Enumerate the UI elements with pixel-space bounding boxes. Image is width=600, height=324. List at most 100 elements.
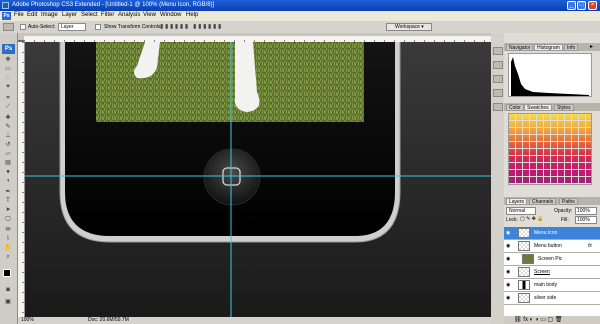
menu-filter[interactable]: Filter: [101, 12, 114, 18]
auto-select-dropdown[interactable]: Layer: [58, 23, 86, 31]
histogram-graph: [511, 57, 589, 96]
type-tool-icon[interactable]: T: [3, 198, 13, 205]
vertical-ruler[interactable]: [18, 42, 25, 317]
clone-stamp-icon[interactable]: ⊥: [3, 133, 13, 140]
swatches-grid[interactable]: [508, 113, 592, 185]
crop-tool-icon[interactable]: ⌗: [3, 95, 13, 102]
menu-file[interactable]: File: [14, 12, 24, 18]
blend-mode-value: Normal: [509, 208, 526, 214]
menu-help[interactable]: Help: [186, 12, 198, 18]
menu-layer[interactable]: Layer: [62, 12, 77, 18]
layer-name: Menu Icon: [534, 230, 558, 236]
layer-row[interactable]: ◉ silver side: [504, 292, 600, 305]
quick-mask-icon[interactable]: ◙: [3, 287, 13, 294]
layer-name: Screen Pic: [538, 256, 563, 262]
zoom-level[interactable]: 100%: [21, 317, 34, 324]
blur-tool-icon[interactable]: ●: [3, 169, 13, 176]
close-button[interactable]: ×: [588, 1, 597, 10]
layer-row[interactable]: ◉ Menu Icon: [504, 227, 600, 240]
visibility-eye-icon[interactable]: ◉: [506, 269, 512, 275]
clone-source-icon[interactable]: [493, 103, 503, 111]
history-brush-icon[interactable]: ↺: [3, 142, 13, 149]
workspace-button[interactable]: Workspace ▾: [386, 23, 432, 31]
fill-field[interactable]: 100%: [575, 216, 597, 224]
zoom-tool-icon[interactable]: ⌕: [3, 254, 13, 261]
layer-row[interactable]: ◉ Screen: [504, 266, 600, 279]
path-selection-icon[interactable]: ➤: [3, 207, 13, 214]
foreground-color-swatch[interactable]: [3, 269, 11, 277]
move-tool-preset-button[interactable]: [3, 23, 14, 31]
align-icons[interactable]: ▮ ▮ ▮ ▮ ▮ ▮ ▮ ▮ ▮ ▮ ▮ ▮: [160, 23, 221, 30]
lasso-tool-icon[interactable]: ◌: [3, 75, 13, 82]
toolbox: Ps ✥ ▭ ◌ ✦ ⌗ ⟋ ✚ ✎ ⊥ ↺ ▱ ▤ ● ◖ ✒ T ➤ ▢ ✉…: [0, 33, 18, 324]
tab-paths[interactable]: Paths: [559, 198, 578, 205]
collapsed-panels-strip: [491, 33, 505, 324]
actions-panel-icon[interactable]: [493, 61, 503, 69]
opacity-field[interactable]: 100%: [575, 207, 597, 215]
tool-presets-icon[interactable]: [493, 89, 503, 97]
layer-row[interactable]: ◉ Screen Pic: [504, 253, 600, 266]
marquee-tool-icon[interactable]: ▭: [3, 66, 13, 73]
visibility-eye-icon[interactable]: ◉: [506, 295, 512, 301]
tab-histogram[interactable]: Histogram: [534, 44, 563, 51]
magic-wand-icon[interactable]: ✦: [3, 84, 13, 91]
tab-navigator[interactable]: Navigator: [506, 44, 534, 51]
gradient-tool-icon[interactable]: ▤: [3, 160, 13, 167]
auto-select-checkbox[interactable]: [20, 24, 26, 30]
minimize-button[interactable]: _: [567, 1, 576, 10]
layer-effects-icon[interactable]: fx: [588, 243, 592, 249]
document-canvas[interactable]: [25, 42, 492, 317]
visibility-eye-icon[interactable]: ◉: [506, 243, 512, 249]
hand-tool-icon[interactable]: ✋: [3, 245, 13, 252]
tab-info[interactable]: Info: [564, 44, 579, 51]
maximize-button[interactable]: □: [577, 1, 586, 10]
eraser-tool-icon[interactable]: ▱: [3, 151, 13, 158]
tab-styles[interactable]: Styles: [554, 104, 574, 111]
visibility-eye-icon[interactable]: ◉: [506, 282, 512, 288]
menu-image[interactable]: Image: [41, 12, 58, 18]
tab-color[interactable]: Color: [506, 104, 524, 111]
slice-tool-icon[interactable]: ⟋: [3, 104, 13, 111]
pen-tool-icon[interactable]: ✒: [3, 189, 13, 196]
layer-thumbnail: [518, 293, 530, 303]
window-title: Adobe Photoshop CS3 Extended - [Untitled…: [12, 2, 215, 8]
layer-thumbnail: [522, 254, 534, 264]
history-panel-icon[interactable]: [493, 47, 503, 55]
layer-thumbnail: [518, 241, 530, 251]
dodge-tool-icon[interactable]: ◖: [3, 178, 13, 185]
layer-name: main body: [534, 282, 558, 288]
panels-dock: Navigator Histogram Info ▸ Color Swatche…: [504, 33, 600, 324]
visibility-eye-icon[interactable]: ◉: [506, 256, 512, 262]
healing-brush-icon[interactable]: ✚: [3, 115, 13, 122]
tab-swatches[interactable]: Swatches: [524, 104, 552, 111]
brushes-panel-icon[interactable]: [493, 75, 503, 83]
eyedropper-icon[interactable]: ⌇: [3, 236, 13, 243]
panel-menu-icon[interactable]: ▸: [590, 43, 593, 50]
layer-row[interactable]: ◉ Menu button fx: [504, 240, 600, 253]
lock-icons[interactable]: ▢ ✎ ✥ 🔒: [520, 216, 544, 222]
canvas-artwork: [25, 42, 492, 317]
menu-analysis[interactable]: Analysis: [118, 12, 140, 18]
show-transform-checkbox[interactable]: [95, 24, 101, 30]
ps-menu-logo[interactable]: Ps: [2, 12, 11, 20]
menu-edit[interactable]: Edit: [27, 12, 37, 18]
layers-footer-buttons[interactable]: ⛓ fx ◐ ◑ ▭ ▢ 🗑: [504, 316, 600, 324]
tab-channels[interactable]: Channels: [529, 198, 557, 205]
blend-mode-dropdown[interactable]: Normal: [506, 207, 536, 215]
screen-mode-icon[interactable]: ▣: [3, 299, 13, 306]
layer-row[interactable]: ◉ main body: [504, 279, 600, 292]
doc-size: Doc: 20.6M/59.7M: [88, 317, 129, 323]
shape-tool-icon[interactable]: ▢: [3, 216, 13, 223]
notes-tool-icon[interactable]: ✉: [3, 227, 13, 234]
histogram-display: [508, 53, 592, 97]
menu-view[interactable]: View: [143, 12, 156, 18]
move-tool-icon[interactable]: ✥: [3, 57, 13, 64]
menu-select[interactable]: Select: [81, 12, 98, 18]
tab-layers[interactable]: Layers: [506, 198, 528, 205]
layer-name: silver side: [534, 295, 557, 301]
photoshop-app-icon: [2, 2, 9, 9]
menu-window[interactable]: Window: [160, 12, 181, 18]
brush-tool-icon[interactable]: ✎: [3, 124, 13, 131]
visibility-eye-icon[interactable]: ◉: [506, 230, 512, 236]
align-buttons-group[interactable]: ▮ ▮ ▮ ▮ ▮ ▮ ▮ ▮ ▮ ▮ ▮ ▮: [160, 23, 260, 31]
